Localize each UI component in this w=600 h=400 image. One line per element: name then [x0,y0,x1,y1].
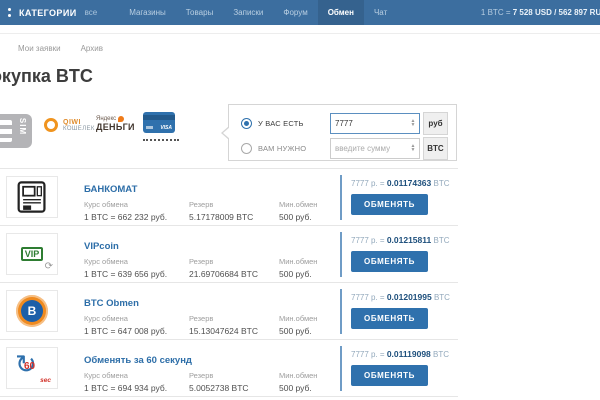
vipcoin-icon-box[interactable]: VIP⟳ [6,233,58,275]
you-need-input-wrap: ▲▼ [330,138,420,159]
top-nav: Магазины Товары Записки Форум Обмен Чат [119,0,397,25]
you-have-radio[interactable] [241,118,252,129]
divider-line [340,175,342,220]
divider-line [0,33,600,34]
reserve-value: 21.69706684 BTC [189,269,279,279]
nav-item-chat[interactable]: Чат [364,0,397,25]
rate-value: 1 BTC = 639 656 руб. [84,269,189,279]
you-have-label[interactable]: У ВАС ЕСТЬ [258,119,330,128]
min-exchange-label: Мин.обмен [279,200,337,209]
btc-rate-ticker: 1 BTC = 7 528 USD / 562 897 RUB [481,8,600,17]
you-need-label[interactable]: ВАМ НУЖНО [258,144,330,153]
exchanger-name-link[interactable]: БАНКОМАТ [84,184,137,195]
min-exchange-value: 500 руб. [279,212,337,222]
divider-line [340,289,342,334]
min-exchange-value: 500 руб. [279,326,337,336]
exchange-button[interactable]: ОБМЕНЯТЬ [351,365,428,386]
you-have-input-wrap: ▲▼ [330,113,420,134]
exchanger-row: VIP⟳ VIPcoin Курс обмена 1 BTC = 639 656… [0,226,458,283]
you-need-radio[interactable] [241,143,252,154]
exchanger-row: B BTC Obmen Курс обмена 1 BTC = 647 008 … [0,283,458,340]
btc-obmen-icon-box[interactable]: B [6,290,58,332]
nav-item-exchange[interactable]: Обмен [318,0,364,25]
reserve-label: Резерв [189,200,279,209]
exchange-subnav: Обмен Мои заявки Архив [0,44,103,53]
exchanger-name-link[interactable]: Обменять за 60 секунд [84,355,192,366]
rate-value: 1 BTC = 647 008 руб. [84,326,189,336]
btc-obmen-icon: B [16,295,48,327]
rub-unit-label: руб [423,112,448,135]
min-exchange-label: Мин.обмен [279,314,337,323]
sim-payment-icon[interactable]: SIM [0,114,32,148]
nav-item-goods[interactable]: Товары [176,0,224,25]
payment-methods: SIM QIWI КОШЕЛЕК Яндекс ДЕНЬГИ VISA [0,104,215,162]
menu-dots-icon[interactable] [8,8,11,17]
nav-item-shops[interactable]: Магазины [119,0,176,25]
sixty-sec-icon-box[interactable]: ↻60sec [6,347,58,389]
exchanger-name-link[interactable]: VIPcoin [84,241,119,252]
top-navigation-bar: КАТЕГОРИИ все Магазины Товары Записки Фо… [0,0,600,25]
form-arrow-notch [221,126,229,140]
card-chip [146,126,153,129]
nav-item-notes[interactable]: Записки [223,0,273,25]
you-need-input[interactable] [331,144,407,153]
reserve-label: Резерв [189,314,279,323]
min-exchange-label: Мин.обмен [279,371,337,380]
atm-icon-box[interactable] [6,176,58,218]
exchange-button[interactable]: ОБМЕНЯТЬ [351,194,428,215]
btc-unit-label: BTC [423,137,448,160]
nav-item-forum[interactable]: Форум [273,0,317,25]
exchanger-name-link[interactable]: BTC Obmen [84,298,139,309]
card-stripe [143,115,175,120]
vipcoin-icon: VIP⟳ [15,241,49,267]
atm-icon [16,181,48,213]
page-title: Покупка BTC [0,66,93,87]
rate-label: Курс обмена [84,314,189,323]
min-exchange-label: Мин.обмен [279,257,337,266]
divider-line [340,346,342,391]
subnav-item-my-requests[interactable]: Мои заявки [18,44,61,53]
min-exchange-value: 500 руб. [279,383,337,393]
selected-method-underline [143,139,179,141]
qiwi-ring-icon [44,118,58,132]
conversion-result: 7777 р. = 0.01119098 BTC [351,349,449,359]
min-exchange-value: 500 руб. [279,269,337,279]
exchange-button[interactable]: ОБМЕНЯТЬ [351,308,428,329]
qiwi-wallet-icon[interactable]: QIWI КОШЕЛЕК [44,118,95,132]
rate-value: 1 BTC = 694 934 руб. [84,383,189,393]
yandex-money-icon[interactable]: Яндекс ДЕНЬГИ [96,116,135,132]
exchange-button[interactable]: ОБМЕНЯТЬ [351,251,428,272]
reserve-value: 5.17178009 BTC [189,212,279,222]
reserve-label: Резерв [189,371,279,380]
stepper-arrows[interactable]: ▲▼ [407,144,419,152]
exchanger-offers-list: БАНКОМАТ Курс обмена 1 BTC = 662 232 руб… [0,168,458,397]
reserve-value: 5.0052738 BTC [189,383,279,393]
conversion-result: 7777 р. = 0.01201995 BTC [351,292,450,302]
conversion-result: 7777 р. = 0.01215811 BTC [351,235,450,245]
rate-value: 1 BTC = 662 232 руб. [84,212,189,222]
conversion-result: 7777 р. = 0.01174363 BTC [351,178,450,188]
exchanger-row: БАНКОМАТ Курс обмена 1 BTC = 662 232 руб… [0,169,458,226]
categories-all-link[interactable]: все [85,8,98,17]
bank-card-icon[interactable]: VISA [143,112,175,141]
sixty-sec-icon: ↻60sec [15,353,49,383]
rate-label: Курс обмена [84,257,189,266]
you-have-input[interactable] [331,119,407,128]
rate-label: Курс обмена [84,200,189,209]
stepper-arrows[interactable]: ▲▼ [407,119,419,127]
subnav-item-archive[interactable]: Архив [81,44,103,53]
exchanger-row: ↻60sec Обменять за 60 секунд Курс обмена… [0,340,458,397]
sim-contacts [0,120,12,142]
categories-brand[interactable]: КАТЕГОРИИ [19,8,77,18]
reserve-value: 15.13047624 BTC [189,326,279,336]
rate-label: Курс обмена [84,371,189,380]
reserve-label: Резерв [189,257,279,266]
divider-line [340,232,342,277]
amount-form: У ВАС ЕСТЬ ▲▼ руб ВАМ НУЖНО ▲▼ BTC [228,104,457,161]
